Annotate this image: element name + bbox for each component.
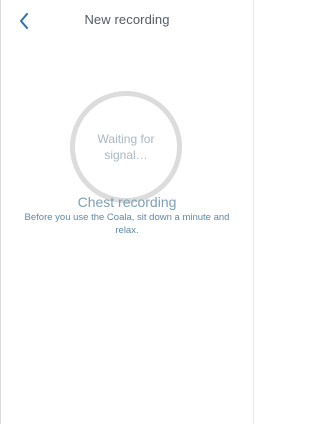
- recording-type-title: Chest recording: [77, 194, 177, 210]
- recording-instructions: Before you use the Coala, sit down a min…: [24, 212, 230, 236]
- recording-screen: New recording Waiting for signal… Chest …: [0, 0, 254, 424]
- signal-status-ring: Waiting for signal…: [70, 91, 182, 203]
- page-title: New recording: [84, 12, 170, 27]
- header-bar: New recording: [1, 0, 253, 40]
- signal-status-text: Waiting for signal…: [97, 132, 155, 162]
